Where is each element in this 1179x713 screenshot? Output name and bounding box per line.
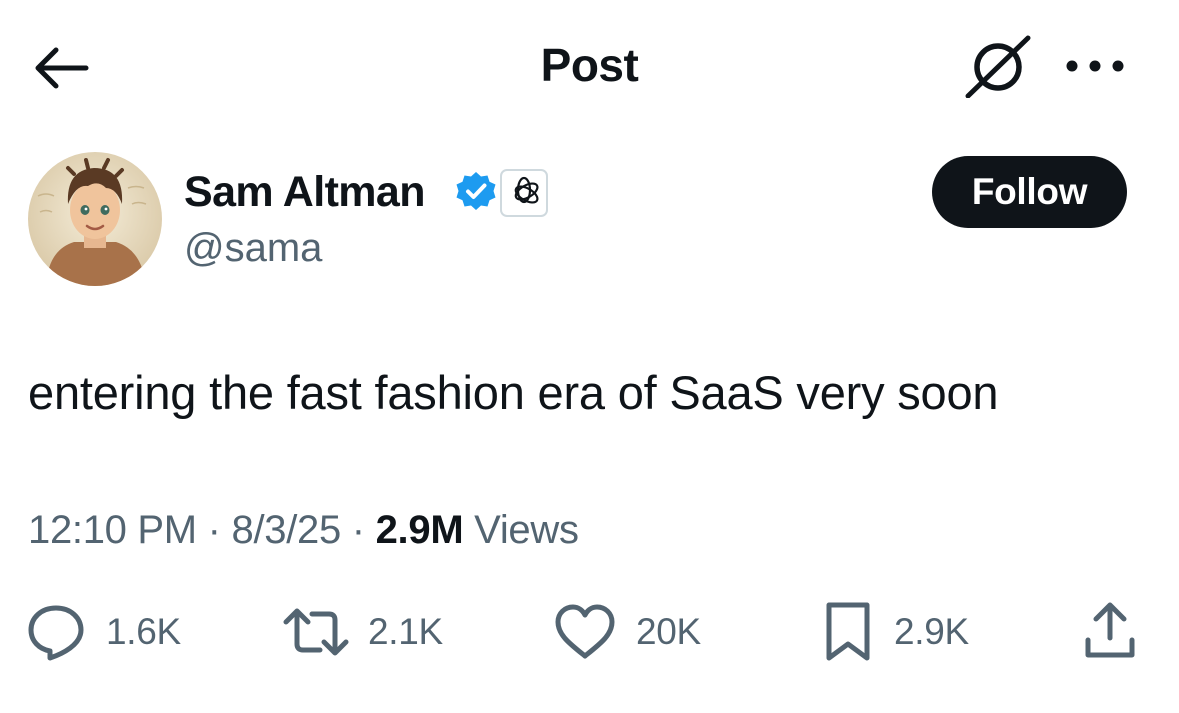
- post-text: entering the fast fashion era of SaaS ve…: [28, 366, 999, 419]
- bookmark-icon: [826, 602, 870, 661]
- repost-button[interactable]: 2.1K: [282, 600, 443, 664]
- grok-button[interactable]: [962, 34, 1034, 99]
- grok-icon: [965, 35, 1031, 99]
- views-label: Views: [474, 508, 579, 552]
- reply-count: 1.6K: [106, 611, 181, 652]
- like-button[interactable]: 20K: [552, 600, 701, 664]
- meta-separator: ·: [351, 508, 365, 552]
- post-screen: Post Sam Altman @sama Follow entering th…: [0, 0, 1179, 713]
- meta-separator: ·: [207, 508, 221, 552]
- more-horizontal-icon: [1066, 60, 1124, 72]
- share-icon: [1085, 602, 1135, 658]
- post-time[interactable]: 12:10 PM: [28, 508, 197, 552]
- reply-icon: [28, 605, 84, 661]
- openai-logo-icon: [500, 169, 548, 217]
- post-date[interactable]: 8/3/25: [232, 508, 342, 552]
- repost-count: 2.1K: [368, 611, 443, 652]
- share-button[interactable]: [1080, 600, 1140, 664]
- verified-badge: [454, 170, 498, 214]
- views-count[interactable]: 2.9M: [376, 508, 464, 552]
- author-handle[interactable]: @sama: [184, 226, 322, 271]
- follow-button[interactable]: Follow: [932, 156, 1127, 228]
- author-name[interactable]: Sam Altman: [184, 168, 426, 217]
- bookmark-count: 2.9K: [894, 611, 969, 652]
- post-meta: 12:10 PM · 8/3/25 · 2.9M Views: [28, 508, 579, 553]
- like-count: 20K: [636, 611, 701, 652]
- reply-button[interactable]: 1.6K: [24, 600, 181, 664]
- affiliate-badge[interactable]: [500, 169, 548, 217]
- avatar[interactable]: [28, 152, 162, 286]
- heart-icon: [555, 604, 615, 659]
- repost-icon: [283, 608, 349, 656]
- more-options-button[interactable]: [1062, 54, 1128, 78]
- bookmark-button[interactable]: 2.9K: [820, 600, 969, 664]
- avatar-image: [28, 152, 162, 286]
- verified-check-icon: [456, 172, 496, 210]
